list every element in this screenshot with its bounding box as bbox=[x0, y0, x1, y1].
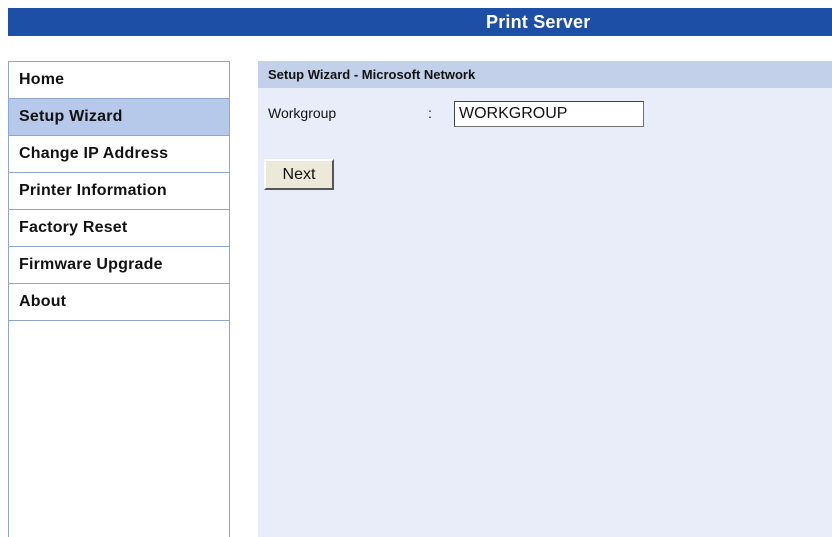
sidebar-item-printer-information[interactable]: Printer Information bbox=[9, 173, 229, 210]
workgroup-row: Workgroup : bbox=[268, 101, 828, 129]
header-bar: Print Server bbox=[8, 8, 832, 36]
sidebar-item-factory-reset[interactable]: Factory Reset bbox=[9, 210, 229, 247]
sidebar-item-home[interactable]: Home bbox=[9, 62, 229, 99]
sidebar-item-firmware-upgrade[interactable]: Firmware Upgrade bbox=[9, 247, 229, 284]
sidebar-item-about[interactable]: About bbox=[9, 284, 229, 321]
section-title: Setup Wizard - Microsoft Network bbox=[258, 61, 832, 88]
sidebar: Home Setup Wizard Change IP Address Prin… bbox=[8, 61, 230, 537]
next-button[interactable]: Next bbox=[264, 159, 334, 190]
page-title: Print Server bbox=[486, 12, 591, 32]
sidebar-item-change-ip-address[interactable]: Change IP Address bbox=[9, 136, 229, 173]
sidebar-item-setup-wizard[interactable]: Setup Wizard bbox=[9, 99, 229, 136]
workgroup-separator: : bbox=[428, 105, 432, 121]
main-content: Setup Wizard - Microsoft Network Workgro… bbox=[258, 61, 832, 537]
workgroup-label: Workgroup bbox=[268, 105, 337, 121]
workgroup-input[interactable] bbox=[454, 101, 644, 127]
